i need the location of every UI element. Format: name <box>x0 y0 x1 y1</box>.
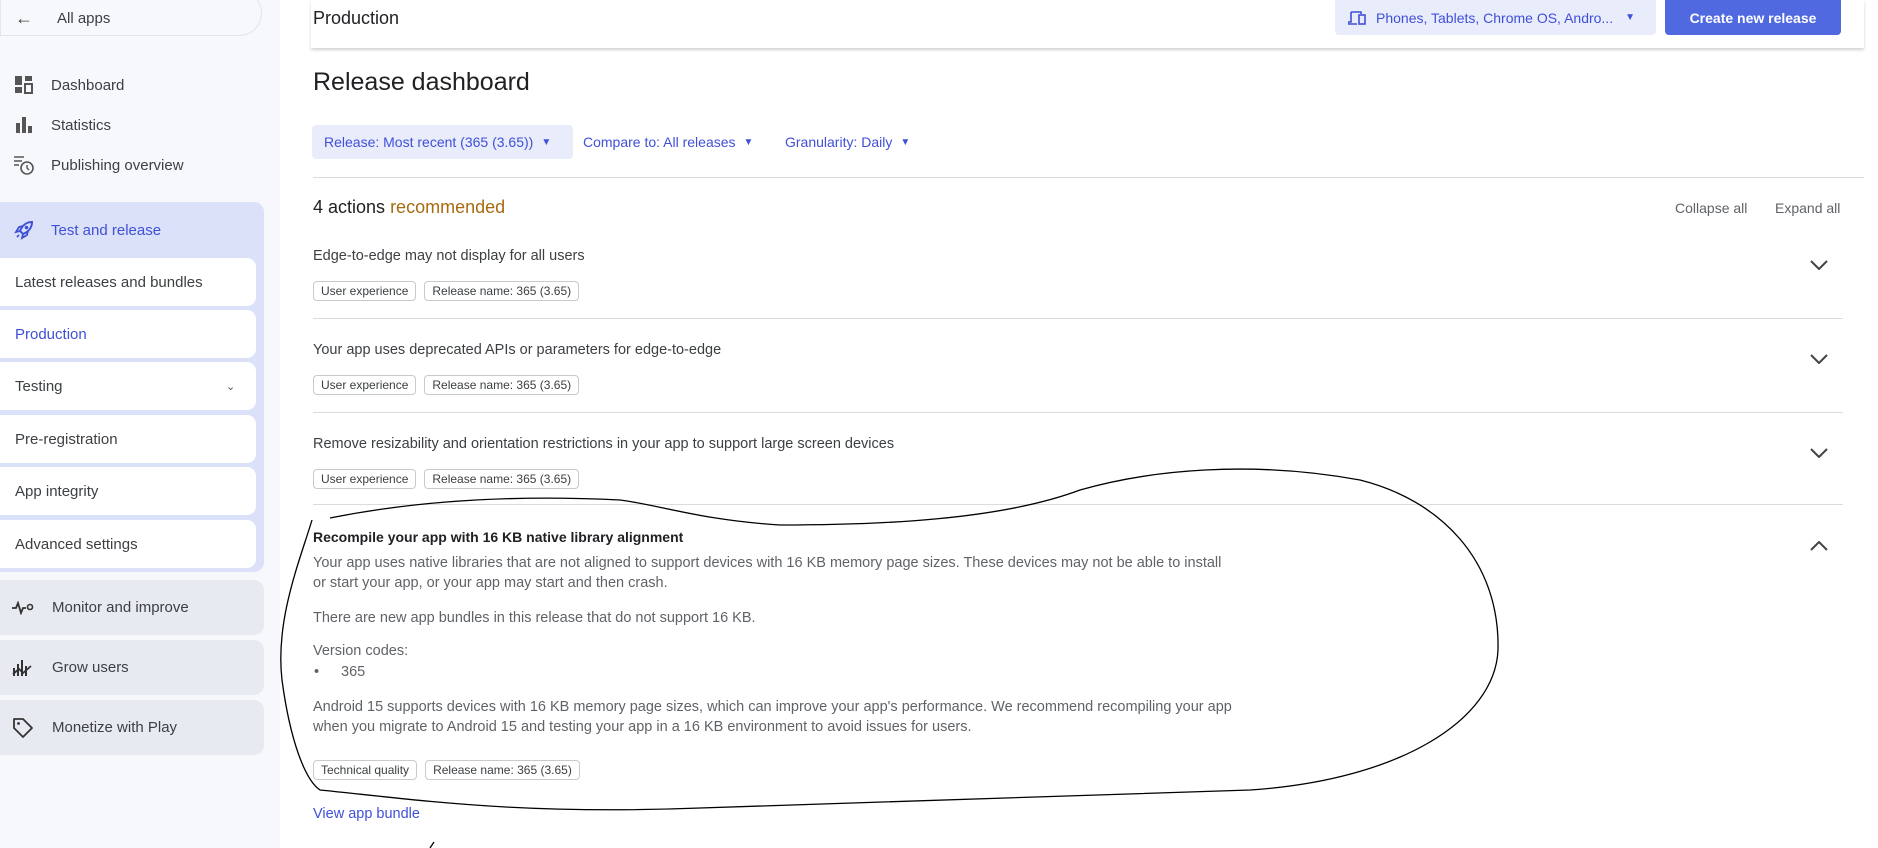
page-title: Production <box>313 8 400 28</box>
sidebar-item-app-integrity[interactable]: App integrity <box>0 467 256 515</box>
devices-icon <box>1348 10 1366 25</box>
action-description: There are new app bundles in this releas… <box>313 610 756 626</box>
action-item-title[interactable]: Your app uses deprecated APIs or paramet… <box>313 342 721 358</box>
sidebar-label: Publishing overview <box>51 156 184 174</box>
sidebar: ← All apps Dashboard Statistics Publishi… <box>0 0 280 848</box>
publishing-clock-icon <box>13 154 35 176</box>
compare-filter-dropdown[interactable]: Compare to: All releases ▼ <box>583 125 753 159</box>
sidebar-label: Grow users <box>52 659 129 676</box>
sidebar-item-monitor-and-improve[interactable]: Monitor and improve <box>0 580 264 635</box>
chevron-down-icon: ⌄ <box>226 380 236 393</box>
action-item-chips: User experience Release name: 365 (3.65) <box>313 469 580 489</box>
actions-count: 4 actions <box>313 197 386 217</box>
chevron-down-icon[interactable] <box>1808 442 1830 464</box>
create-new-release-button[interactable]: Create new release <box>1665 0 1841 35</box>
collapse-all-button[interactable]: Collapse all <box>1675 200 1747 216</box>
sidebar-label: Latest releases and bundles <box>15 273 203 291</box>
sidebar-item-latest-releases[interactable]: Latest releases and bundles <box>0 258 256 306</box>
growth-icon <box>12 658 34 678</box>
view-app-bundle-link[interactable]: View app bundle <box>313 806 420 822</box>
bar-chart-icon <box>13 116 35 134</box>
sidebar-label: Monetize with Play <box>52 719 178 736</box>
tag-icon <box>12 717 34 739</box>
action-description: Your app uses native libraries that are … <box>313 555 1222 591</box>
category-chip: Technical quality <box>313 760 418 780</box>
divider <box>313 177 1864 178</box>
action-description: Android 15 supports devices with 16 KB m… <box>313 699 1232 735</box>
category-chip: User experience <box>313 469 417 489</box>
category-chip: User experience <box>313 375 417 395</box>
dropdown-caret-icon: ▼ <box>1625 12 1635 23</box>
sidebar-label: Dashboard <box>51 76 125 94</box>
action-item-chips: Technical quality Release name: 365 (3.65… <box>313 760 580 780</box>
release-chip: Release name: 365 (3.65) <box>424 469 580 489</box>
device-selector-label: Phones, Tablets, Chrome OS, Andro... <box>1376 9 1614 26</box>
sidebar-item-test-and-release[interactable]: Test and release <box>0 210 161 250</box>
dropdown-caret-icon: ▼ <box>541 136 552 148</box>
category-chip: User experience <box>313 281 417 301</box>
all-apps-label: All apps <box>57 9 111 27</box>
sidebar-item-grow-users[interactable]: Grow users <box>0 640 264 695</box>
sidebar-label: Production <box>15 325 87 343</box>
sidebar-item-pre-registration[interactable]: Pre-registration <box>0 415 256 463</box>
action-item-chips: User experience Release name: 365 (3.65) <box>313 375 580 395</box>
divider <box>313 412 1843 413</box>
version-code: 365 <box>341 664 366 680</box>
release-chip: Release name: 365 (3.65) <box>425 760 580 780</box>
divider <box>313 504 1843 505</box>
vitals-icon <box>12 600 34 615</box>
sidebar-item-publishing-overview[interactable]: Publishing overview <box>0 146 262 184</box>
action-item-title[interactable]: Edge-to-edge may not display for all use… <box>313 248 585 264</box>
sidebar-label: Test and release <box>51 221 162 239</box>
release-chip: Release name: 365 (3.65) <box>424 375 580 395</box>
divider <box>313 318 1843 319</box>
top-header: Production Phones, Tablets, Chrome OS, A… <box>311 0 1864 48</box>
action-item-chips: User experience Release name: 365 (3.65) <box>313 281 580 301</box>
sidebar-label: Statistics <box>51 116 112 134</box>
rocket-icon <box>13 219 35 241</box>
sidebar-label: App integrity <box>15 482 99 500</box>
action-item-title[interactable]: Remove resizability and orientation rest… <box>313 436 894 452</box>
sidebar-item-statistics[interactable]: Statistics <box>0 106 262 144</box>
version-code-item: • 365 <box>314 664 366 680</box>
chevron-down-icon[interactable] <box>1808 254 1830 276</box>
dashboard-icon <box>13 76 35 94</box>
sidebar-label: Testing <box>15 377 63 395</box>
dropdown-caret-icon: ▼ <box>743 136 754 148</box>
sidebar-item-testing[interactable]: Testing ⌄ <box>0 362 256 410</box>
filter-label: Release: Most recent (365 (3.65)) <box>324 134 534 150</box>
sidebar-label: Monitor and improve <box>52 599 189 616</box>
device-selector[interactable]: Phones, Tablets, Chrome OS, Andro... ▼ <box>1335 0 1656 35</box>
sidebar-label: Pre-registration <box>15 430 118 448</box>
sidebar-item-dashboard[interactable]: Dashboard <box>0 66 262 104</box>
filter-label: Compare to: All releases <box>583 134 736 150</box>
release-dashboard-title: Release dashboard <box>313 68 530 96</box>
all-apps-button[interactable]: ← All apps <box>0 0 262 36</box>
filter-label: Granularity: Daily <box>785 134 893 150</box>
release-chip: Release name: 365 (3.65) <box>424 281 580 301</box>
sidebar-label: Advanced settings <box>15 535 138 553</box>
actions-recommended: recommended <box>390 197 506 217</box>
dropdown-caret-icon: ▼ <box>900 136 911 148</box>
actions-heading: 4 actions recommended <box>313 197 505 218</box>
expand-all-button[interactable]: Expand all <box>1775 200 1840 216</box>
chevron-down-icon[interactable] <box>1808 348 1830 370</box>
release-filter-dropdown[interactable]: Release: Most recent (365 (3.65)) ▼ <box>312 125 573 159</box>
sidebar-item-production[interactable]: Production <box>0 310 256 358</box>
action-item-title[interactable]: Recompile your app with 16 KB native lib… <box>313 529 683 545</box>
back-arrow-icon: ← <box>15 7 33 28</box>
chevron-up-icon[interactable] <box>1808 535 1830 557</box>
sidebar-item-advanced-settings[interactable]: Advanced settings <box>0 520 256 568</box>
granularity-filter-dropdown[interactable]: Granularity: Daily ▼ <box>785 125 910 159</box>
version-codes-label: Version codes: <box>313 643 409 659</box>
sidebar-item-monetize[interactable]: Monetize with Play <box>0 700 264 755</box>
